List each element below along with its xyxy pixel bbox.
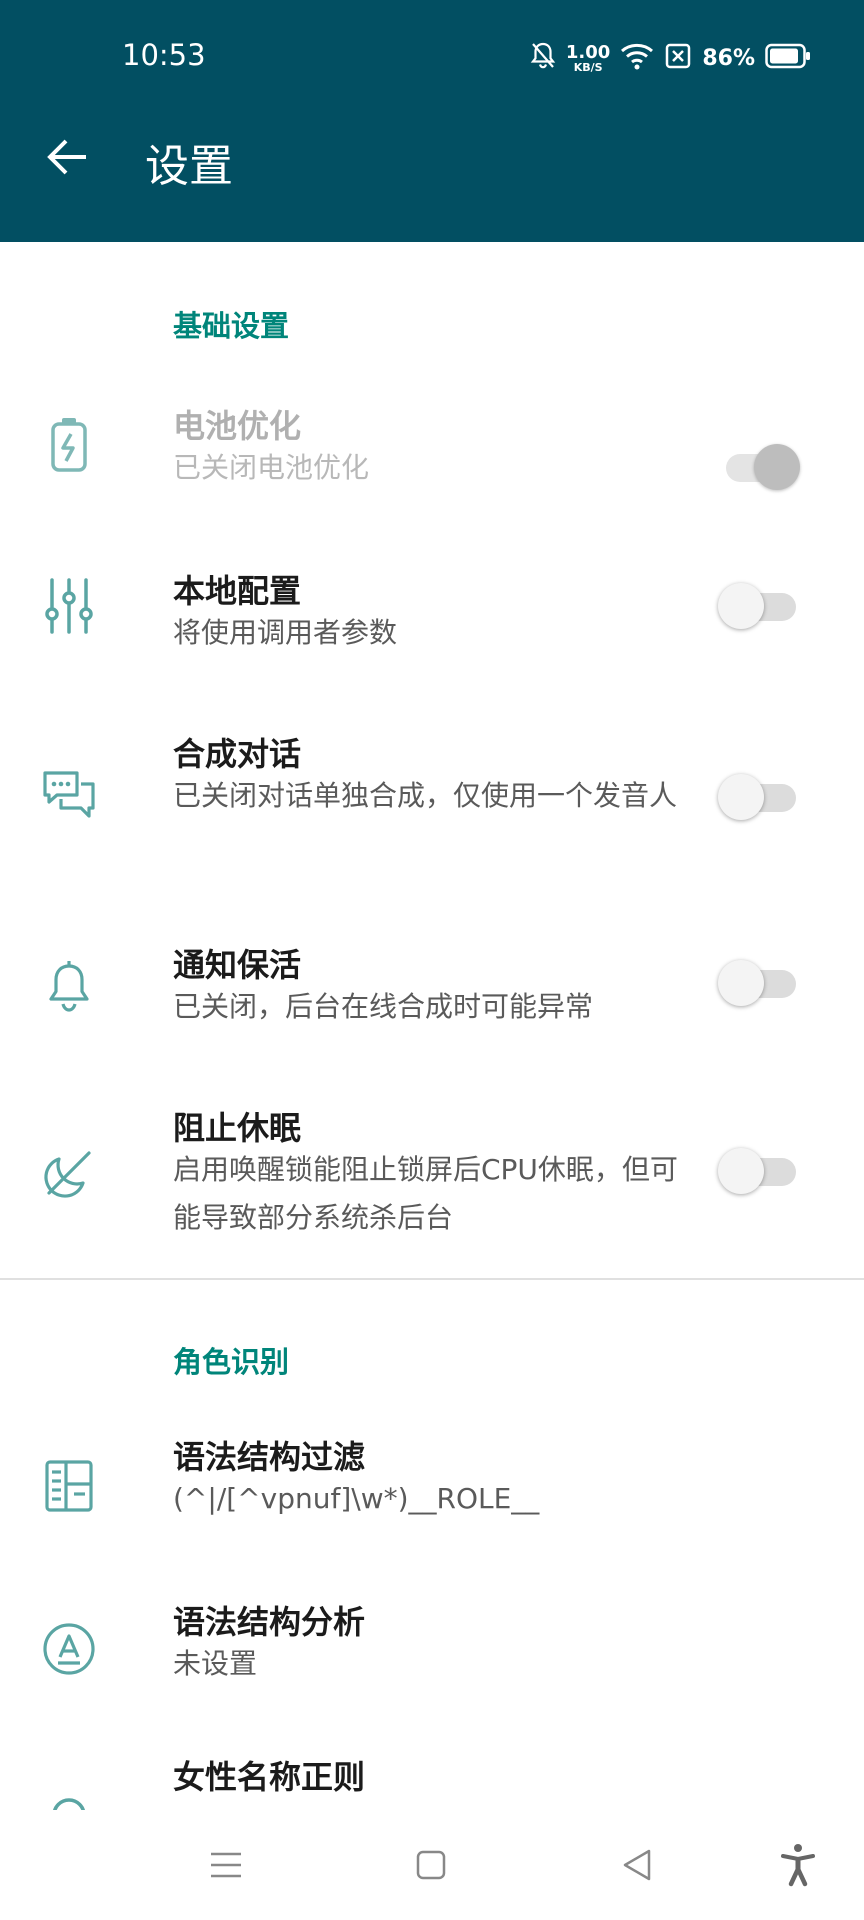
setting-title: 语法结构分析 [173,1603,366,1641]
setting-row-grammar-analysis[interactable]: 语法结构分析 未设置 [0,1590,864,1730]
setting-subtitle: 启用唤醒锁能阻止锁屏后CPU休眠，但可能导致部分系统杀后台 [173,1153,678,1234]
menu-button[interactable] [193,1832,259,1898]
text-analysis-icon [36,1616,102,1682]
setting-subtitle: 未设置 [173,1647,258,1680]
section-header-basic: 基础设置 [173,309,290,343]
battery-optimization-toggle[interactable] [718,442,800,492]
battery-icon [765,43,811,73]
network-speed: 1.00 KB/S [565,41,611,74]
status-time: 10:53 [122,38,206,72]
section-divider [0,1278,864,1280]
list-structure-icon [36,1453,102,1519]
setting-row-notification-keepalive[interactable]: 通知保活 已关闭，后台在线合成时可能异常 [0,935,864,1075]
settings-screen: 10:53 1.00 KB/S 86% 设置 基础设置 电池优化 已关闭电池优化… [0,0,864,1920]
toggle-thumb [718,774,764,820]
setting-title: 阻止休眠 [173,1109,302,1147]
chat-bubbles-icon [36,762,102,828]
setting-row-grammar-filter[interactable]: 语法结构过滤 (^|/[^vpnuf]\w*)__ROLE__ [0,1425,864,1565]
menu-icon [211,1852,241,1878]
toggle-thumb [754,444,800,490]
notification-keepalive-toggle[interactable] [718,958,800,1008]
home-square-icon [416,1850,446,1880]
setting-subtitle: 已关闭，后台在线合成时可能异常 [173,990,594,1023]
nav-back-button[interactable] [604,1832,670,1898]
sleep-off-icon [36,1140,102,1206]
setting-subtitle: 将使用调用者参数 [173,616,398,649]
toggle-thumb [718,960,764,1006]
arrow-left-icon [47,139,86,175]
setting-subtitle: 已关闭对话单独合成，仅使用一个发音人 [173,779,678,812]
prevent-sleep-toggle[interactable] [718,1146,800,1196]
setting-row-local-config[interactable]: 本地配置 将使用调用者参数 [0,555,864,695]
setting-title: 本地配置 [173,572,302,610]
sliders-icon [36,573,102,639]
setting-title: 女性名称正则 [173,1758,366,1796]
status-icons: 1.00 KB/S 86% [530,38,811,78]
app-header: 10:53 1.00 KB/S 86% 设置 [0,0,864,242]
female-icon [36,1785,102,1810]
setting-row-prevent-sleep[interactable]: 阻止休眠 启用唤醒锁能阻止锁屏后CPU休眠，但可能导致部分系统杀后台 [0,1100,864,1260]
battery-percent: 86% [702,45,755,71]
setting-title: 电池优化 [173,407,302,445]
dialog-synthesis-toggle[interactable] [718,772,800,822]
setting-title: 语法结构过滤 [173,1438,366,1476]
setting-subtitle: (^|/[^vpnuf]\w*)__ROLE__ [173,1482,540,1515]
local-config-toggle[interactable] [718,581,800,631]
setting-row-female-name-regex[interactable]: 女性名称正则 [0,1755,864,1810]
back-triangle-icon [623,1849,651,1881]
network-speed-value: 1.00 [565,41,611,63]
setting-title: 合成对话 [173,735,302,773]
section-header-role-recognition: 角色识别 [173,1345,290,1379]
accessibility-icon [781,1844,815,1887]
network-speed-unit: KB/S [573,60,603,74]
battery-charging-icon [36,412,102,478]
setting-subtitle: 已关闭电池优化 [173,451,370,484]
home-button[interactable] [398,1832,464,1898]
system-nav-bar [0,1810,864,1920]
toggle-thumb [718,583,764,629]
page-title: 设置 [145,141,233,192]
toggle-thumb [718,1148,764,1194]
bell-muted-icon [530,41,556,75]
sim-off-icon [664,42,692,74]
back-button[interactable] [38,128,96,186]
wifi-icon [620,42,654,74]
setting-row-battery-optimization[interactable]: 电池优化 已关闭电池优化 [0,390,864,530]
bell-icon [36,955,102,1021]
setting-title: 通知保活 [173,946,302,984]
setting-row-dialog-synthesis[interactable]: 合成对话 已关闭对话单独合成，仅使用一个发音人 [0,720,864,900]
accessibility-button[interactable] [765,1832,831,1898]
